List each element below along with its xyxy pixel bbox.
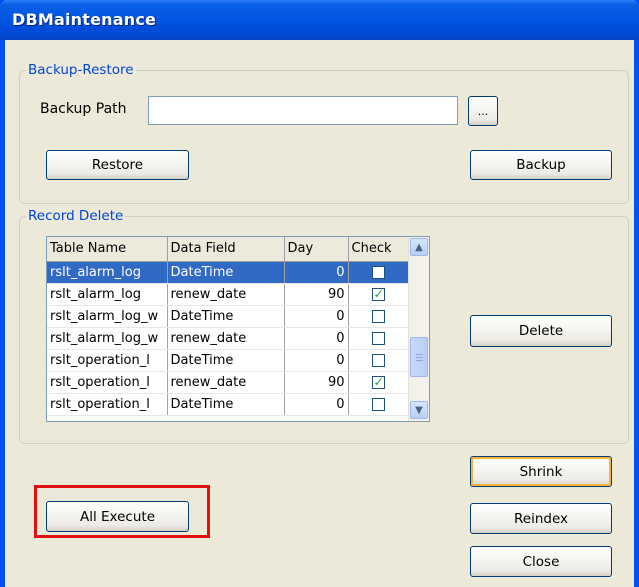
reindex-button[interactable]: Reindex — [470, 503, 612, 534]
cell-table-name: rslt_alarm_log — [47, 261, 168, 284]
cell-check — [348, 327, 410, 350]
table-header-row: Table Name Data Field Day Check — [47, 237, 410, 262]
cell-data-field: renew_date — [167, 327, 285, 350]
cell-data-field: renew_date — [167, 283, 285, 306]
cell-check — [348, 349, 410, 372]
cell-table-name: rslt_operation_l — [47, 371, 168, 394]
table-row[interactable]: rslt_alarm_log_w renew_date 0 — [47, 327, 410, 350]
table-row[interactable]: rslt_alarm_log renew_date 90 ✓ — [47, 283, 410, 306]
cell-table-name: rslt_alarm_log_w — [47, 327, 168, 350]
cell-table-name: rslt_alarm_log_w — [47, 305, 168, 328]
table-row[interactable]: rslt_operation_l renew_date 90 ✓ — [47, 371, 410, 394]
table-row[interactable]: rslt_alarm_log_w DateTime 0 — [47, 305, 410, 328]
cell-day: 0 — [284, 327, 349, 350]
scroll-up-arrow-icon[interactable]: ▲ — [410, 238, 428, 256]
check-checkbox[interactable] — [372, 397, 385, 411]
cell-data-field: DateTime — [167, 305, 285, 328]
highlight-box — [34, 485, 210, 538]
vertical-scrollbar[interactable]: ▲ ▼ — [408, 237, 429, 421]
cell-day: 0 — [284, 305, 349, 328]
cell-day: 0 — [284, 349, 349, 372]
cell-table-name: rslt_operation_l — [47, 349, 168, 372]
restore-button[interactable]: Restore — [46, 150, 189, 180]
column-header-day[interactable]: Day — [284, 237, 349, 262]
browse-button[interactable]: ... — [468, 96, 498, 126]
cell-check — [348, 393, 410, 416]
cell-data-field: renew_date — [167, 371, 285, 394]
table-row[interactable]: rslt_alarm_log DateTime 0 — [47, 261, 410, 284]
backup-restore-group: Backup-Restore — [19, 62, 629, 204]
cell-day: 90 — [284, 283, 349, 306]
checkmark-icon: ✓ — [373, 286, 384, 301]
cell-check — [348, 305, 410, 328]
cell-data-field: DateTime — [167, 349, 285, 372]
backup-path-input[interactable] — [148, 96, 458, 125]
scroll-thumb[interactable] — [410, 337, 428, 377]
delete-button[interactable]: Delete — [470, 315, 612, 347]
table-row[interactable]: rslt_operation_l DateTime 0 — [47, 393, 410, 416]
check-checkbox[interactable]: ✓ — [372, 286, 385, 301]
record-delete-grid[interactable]: Table Name Data Field Day Check rslt_ala… — [46, 236, 430, 422]
scroll-grip-line — [416, 354, 423, 355]
backup-path-label: Backup Path — [40, 101, 127, 117]
backup-restore-legend: Backup-Restore — [28, 62, 134, 78]
cell-check — [348, 261, 410, 284]
cell-table-name: rslt_operation_l — [47, 393, 168, 416]
check-checkbox[interactable] — [372, 265, 385, 279]
cell-day: 0 — [284, 261, 349, 284]
check-checkbox[interactable] — [372, 353, 385, 367]
check-checkbox[interactable]: ✓ — [372, 374, 385, 389]
cell-data-field: DateTime — [167, 261, 285, 284]
cell-day: 0 — [284, 393, 349, 416]
column-header-table-name[interactable]: Table Name — [47, 237, 168, 262]
backup-button[interactable]: Backup — [470, 150, 612, 180]
cell-data-field: DateTime — [167, 393, 285, 416]
cell-day: 90 — [284, 371, 349, 394]
check-checkbox[interactable] — [372, 331, 385, 345]
cell-check: ✓ — [348, 371, 410, 394]
column-header-check[interactable]: Check — [348, 237, 410, 262]
check-checkbox[interactable] — [372, 309, 385, 323]
scroll-grip-line — [416, 360, 423, 361]
shrink-button[interactable]: Shrink — [470, 456, 612, 487]
scroll-grip-line — [416, 357, 423, 358]
checkmark-icon: ✓ — [373, 374, 384, 389]
record-table: Table Name Data Field Day Check rslt_ala… — [47, 237, 410, 416]
record-delete-legend: Record Delete — [28, 208, 124, 224]
table-row[interactable]: rslt_operation_l DateTime 0 — [47, 349, 410, 372]
table-body: rslt_alarm_log DateTime 0 rslt_alarm_log ren… — [47, 261, 410, 416]
title-bar[interactable]: DBMaintenance — [0, 0, 639, 40]
cell-table-name: rslt_alarm_log — [47, 283, 168, 306]
window-title: DBMaintenance — [12, 10, 157, 29]
cell-check: ✓ — [348, 283, 410, 306]
close-button[interactable]: Close — [470, 546, 612, 577]
scroll-down-arrow-icon[interactable]: ▼ — [410, 401, 428, 419]
column-header-data-field[interactable]: Data Field — [167, 237, 285, 262]
